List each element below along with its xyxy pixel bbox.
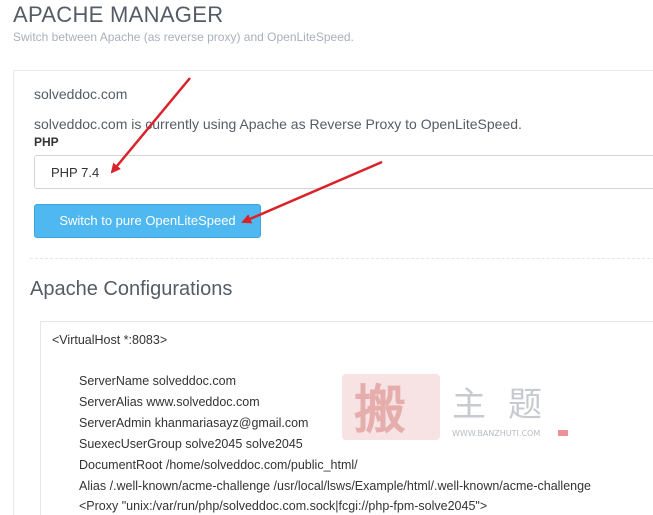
config-line: ServerAdmin khanmariasayz@gmail.com xyxy=(79,416,309,430)
php-version-select[interactable]: PHP 7.4 xyxy=(34,155,653,189)
config-heading: Apache Configurations xyxy=(30,278,233,300)
domain-name: solveddoc.com xyxy=(34,86,128,102)
page-subtitle: Switch between Apache (as reverse proxy)… xyxy=(13,30,354,44)
apache-manager-page: APACHE MANAGER Switch between Apache (as… xyxy=(0,0,653,515)
config-line: Alias /.well-known/acme-challenge /usr/l… xyxy=(79,479,592,493)
config-line: <VirtualHost *:8083> xyxy=(52,333,168,347)
status-text: solveddoc.com is currently using Apache … xyxy=(34,116,522,132)
config-line: ServerName solveddoc.com xyxy=(79,374,237,388)
php-selected-value: PHP 7.4 xyxy=(51,165,100,180)
page-title: APACHE MANAGER xyxy=(13,2,224,27)
section-divider xyxy=(30,258,653,259)
config-line: DocumentRoot /home/solveddoc.com/public_… xyxy=(79,458,358,472)
config-line: SuexecUserGroup solve2045 solve2045 xyxy=(79,437,303,451)
config-line: ServerAlias www.solveddoc.com xyxy=(79,395,260,409)
page-header: APACHE MANAGER Switch between Apache (as… xyxy=(13,2,354,45)
switch-to-openlitespeed-button[interactable]: Switch to pure OpenLiteSpeed xyxy=(34,204,261,238)
php-label: PHP xyxy=(34,135,59,149)
config-line: <Proxy "unix:/var/run/php/solveddoc.com.… xyxy=(79,499,488,513)
